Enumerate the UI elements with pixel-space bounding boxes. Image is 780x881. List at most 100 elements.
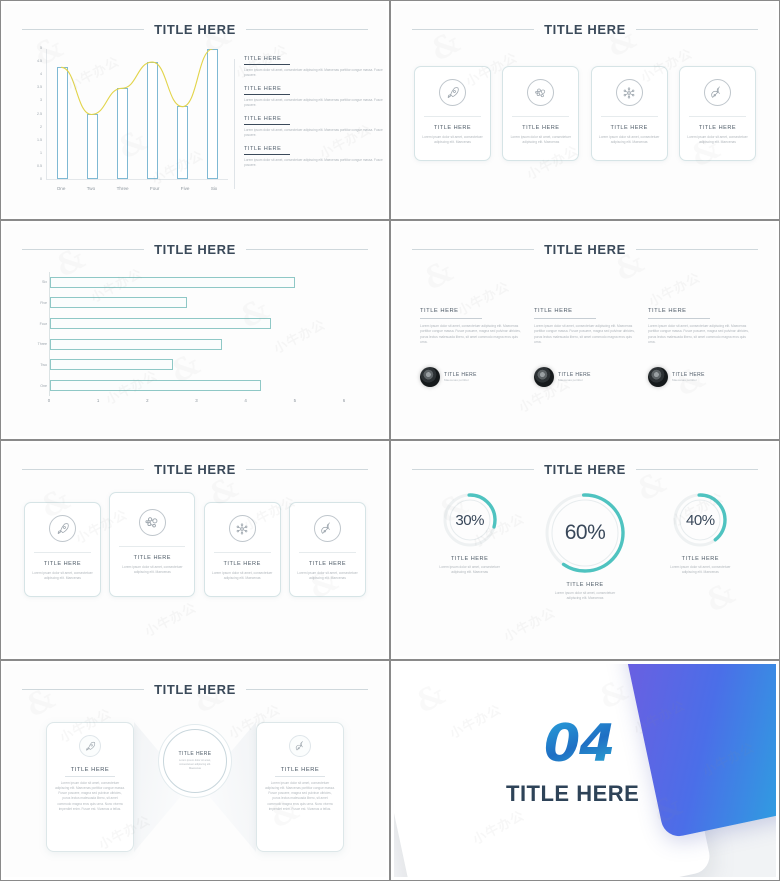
x-tick: 5 xyxy=(293,398,297,403)
divider xyxy=(534,318,596,319)
page-title: TITLE HERE xyxy=(544,462,626,477)
slide-2-icon-cards[interactable]: TITLE HERE TITLE HERE Lorem ipsum dolor … xyxy=(390,0,780,220)
bar-row[interactable]: Three xyxy=(38,338,344,350)
bar[interactable] xyxy=(50,380,261,392)
info-card[interactable]: TITLE HERE Lorem ipsum dolor sit amet, c… xyxy=(502,66,580,161)
satellite-icon xyxy=(289,735,311,757)
slide-2-header: TITLE HERE xyxy=(412,22,758,37)
header-rule-right xyxy=(635,249,758,250)
satellite-icon xyxy=(703,79,731,106)
diagram-area: TITLE HERE Lorem ipsum dolor sit amet, c… xyxy=(4,664,386,877)
info-card[interactable]: TITLE HERE Lorem ipsum dolor sit amet, c… xyxy=(109,492,196,597)
legend-item-title: TITLE HERE xyxy=(244,146,282,152)
info-card[interactable]: TITLE HERE Lorem ipsum dolor sit amet, c… xyxy=(24,502,101,597)
donut-chart[interactable]: 60% TITLE HERE Lorem ipsum dolor sit ame… xyxy=(544,492,626,602)
bar-row[interactable]: Six xyxy=(42,276,344,288)
divider xyxy=(648,318,710,319)
donut-value: 40% xyxy=(686,511,715,529)
combo-chart[interactable]: 5 4.5 4 3.5 3 2.5 2 1.5 1 0.5 0 One Two Three Four Fiv… xyxy=(28,46,228,194)
divider xyxy=(688,116,746,117)
profile[interactable]: TITLE HERE Maecenas porttitor xyxy=(648,367,752,387)
bar-row[interactable]: Four xyxy=(40,318,344,330)
info-card[interactable]: TITLE HERE Lorem ipsum dolor sit amet, c… xyxy=(678,66,756,161)
card-title: TITLE HERE xyxy=(43,561,82,567)
divider xyxy=(298,552,356,553)
profile[interactable]: TITLE HERE Maecenas porttitor xyxy=(534,367,638,387)
section-title: TITLE HERE xyxy=(506,781,640,806)
bar[interactable] xyxy=(50,318,271,330)
rocket-icon xyxy=(49,515,76,542)
slide-6-donut-charts[interactable]: TITLE HERE 30% TITLE HERE Lorem ipsum do… xyxy=(390,440,780,660)
column-title: TITLE HERE xyxy=(648,308,687,314)
slide-7-two-panel-diagram[interactable]: TITLE HERE TITLE HERE Lorem ipsum dolor … xyxy=(0,660,390,881)
divider xyxy=(213,552,271,553)
legend-item-body: Lorem ipsum dolor sit amet, consectetuer… xyxy=(244,128,383,138)
y-tick: 1.5 xyxy=(37,137,42,142)
slide-4-header: TITLE HERE xyxy=(412,242,758,257)
x-tick: 3 xyxy=(195,398,198,403)
info-card[interactable]: TITLE HERE Lorem ipsum dolor sit amet, c… xyxy=(203,502,281,597)
center-title: TITLE HERE xyxy=(178,751,212,758)
card-title: TITLE HERE xyxy=(223,561,261,567)
panel-left-body: Lorem ipsum dolor sit amet, consectetuer… xyxy=(55,781,125,811)
x-tick: Six xyxy=(210,185,218,191)
network-icon xyxy=(615,79,643,106)
info-card[interactable]: TITLE HERE Lorem ipsum dolor sit amet, c… xyxy=(590,66,668,161)
card-body: Lorem ipsum dolor sit amet, consectetuer… xyxy=(32,571,93,581)
x-tick: 2 xyxy=(146,398,149,403)
slide-3-horizontal-bar-chart[interactable]: TITLE HERE Six Five Four Three Two One 0… xyxy=(0,220,390,440)
page-title: TITLE HERE xyxy=(154,242,236,257)
y-tick: 2.5 xyxy=(37,111,42,116)
center-circle[interactable]: TITLE HERE Lorem ipsum dolor sit amet, c… xyxy=(163,729,227,793)
legend-item[interactable]: TITLE HERE Lorem ipsum dolor sit amet, c… xyxy=(244,116,384,138)
y-tick: 4.5 xyxy=(37,59,42,64)
divider-artwork: 04 TITLE HERE xyxy=(394,664,776,877)
y-tick: 3 xyxy=(40,98,42,103)
bar[interactable] xyxy=(50,297,188,309)
panel-right[interactable]: TITLE HERE Lorem ipsum dolor sit amet, c… xyxy=(256,722,344,852)
info-card[interactable]: TITLE HERE Lorem ipsum dolor sit amet, c… xyxy=(288,502,366,597)
legend-item[interactable]: TITLE HERE Lorem ipsum dolor sit amet, c… xyxy=(244,146,384,168)
donut-body: Lorem ipsum dolor sit amet, consectetuer… xyxy=(554,591,616,601)
horizontal-bar-chart[interactable]: Six Five Four Three Two One 0 1 2 3 4 5 6 xyxy=(16,272,372,418)
header-rule-right xyxy=(245,29,368,30)
bar[interactable] xyxy=(50,359,173,371)
bar-row[interactable]: One xyxy=(40,380,344,392)
profile-row: TITLE HERE Maecenas porttitor TITLE HERE… xyxy=(420,367,752,387)
divider xyxy=(34,552,91,553)
slide-6-header: TITLE HERE xyxy=(412,462,758,477)
column-body: Lorem ipsum dolor sit amet, consectetuer… xyxy=(420,324,521,344)
donut-value: 30% xyxy=(455,511,484,529)
rocket-icon xyxy=(79,735,101,757)
slide-1-combo-chart[interactable]: TITLE HERE 5 4.5 4 3.5 3 2.5 2 1.5 1 0.5 0 One Two T… xyxy=(0,0,390,220)
panel-right-title: TITLE HERE xyxy=(280,767,320,773)
page-title: TITLE HERE xyxy=(154,22,236,37)
bar-row[interactable]: Two xyxy=(40,359,344,371)
avatar xyxy=(420,367,440,387)
legend-underline xyxy=(244,93,290,96)
y-tick: 2 xyxy=(40,124,42,129)
bar[interactable] xyxy=(50,276,295,288)
column-body: Lorem ipsum dolor sit amet, consectetuer… xyxy=(648,324,749,344)
panel-left[interactable]: TITLE HERE Lorem ipsum dolor sit amet, c… xyxy=(46,722,134,852)
card-title: TITLE HERE xyxy=(698,125,737,131)
rocket-icon xyxy=(439,79,466,106)
donut-title: TITLE HERE xyxy=(450,556,489,562)
profile[interactable]: TITLE HERE Maecenas porttitor xyxy=(420,367,524,387)
bar[interactable] xyxy=(50,338,222,350)
header-rule-right xyxy=(635,29,758,30)
donut-chart[interactable]: 30% TITLE HERE Lorem ipsum dolor sit ame… xyxy=(437,492,503,576)
bar-rows: Six Five Four Three Two One xyxy=(38,272,344,396)
header-rule-left xyxy=(412,29,535,30)
legend-item[interactable]: TITLE HERE Lorem ipsum dolor sit amet, c… xyxy=(244,86,384,108)
slide-4-team-columns[interactable]: TITLE HERE TITLE HERE Lorem ipsum dolor … xyxy=(390,220,780,440)
legend-item[interactable]: TITLE HERE Lorem ipsum dolor sit amet, c… xyxy=(244,56,384,78)
info-card[interactable]: TITLE HERE Lorem ipsum dolor sit amet, c… xyxy=(414,66,491,161)
slide-8-section-divider[interactable]: 04 TITLE HERE & 小牛办公 & 小牛办公 小牛办公 & 小牛办公 xyxy=(390,660,780,881)
donut-chart[interactable]: 40% TITLE HERE Lorem ipsum dolor sit ame… xyxy=(667,492,733,576)
card-body: Lorem ipsum dolor sit amet, consectetuer… xyxy=(211,571,273,581)
slide-5-staggered-cards[interactable]: TITLE HERE TITLE HERE Lorem ipsum dolor … xyxy=(0,440,390,660)
bar-row[interactable]: Five xyxy=(40,297,344,309)
section-number: 04 xyxy=(544,714,615,774)
column-title: TITLE HERE xyxy=(534,308,573,314)
